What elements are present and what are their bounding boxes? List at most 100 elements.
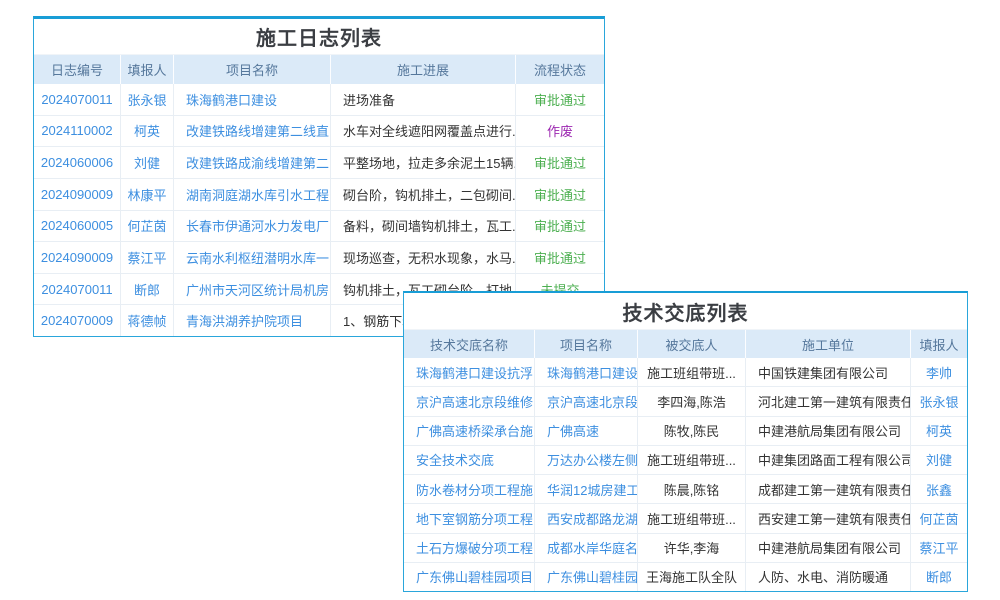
cell-disclosure-name[interactable]: 地下室钢筋分项工程... [404, 504, 535, 532]
cell-log-id[interactable]: 2024090009 [34, 242, 121, 273]
cell-log-id[interactable]: 2024070011 [34, 84, 121, 115]
cell-unit: 成都建工第一建筑有限责任公司 [746, 475, 911, 503]
cell-project[interactable]: 广东佛山碧桂园项目 [535, 563, 638, 591]
cell-status: 审批通过 [516, 242, 604, 273]
cell-disclosure-name[interactable]: 珠海鹤港口建设抗浮... [404, 358, 535, 386]
cell-disclosure-name[interactable]: 广东佛山碧桂园项目... [404, 563, 535, 591]
cell-project[interactable]: 珠海鹤港口建设 [535, 358, 638, 386]
cell-reporter[interactable]: 张鑫 [911, 475, 967, 503]
cell-project[interactable]: 西安成都路龙湖上... [535, 504, 638, 532]
table-row: 京沪高速北京段维修...京沪高速北京段维修李四海,陈浩河北建工第一建筑有限责任公… [404, 386, 967, 415]
cell-progress: 砌台阶，钩机排土，二包砌间... [331, 179, 516, 210]
cell-reporter[interactable]: 刘健 [121, 147, 174, 178]
table-row: 2024090009林康平湖南洞庭湖水库引水工程...砌台阶，钩机排土，二包砌间… [34, 178, 604, 210]
cell-progress: 平整场地，拉走多余泥土15辆... [331, 147, 516, 178]
cell-reporter[interactable]: 何芷茵 [911, 504, 967, 532]
cell-disclosure-name[interactable]: 广佛高速桥梁承台施... [404, 417, 535, 445]
cell-status: 审批通过 [516, 179, 604, 210]
cell-receiver: 施工班组带班... [638, 358, 746, 386]
cell-reporter[interactable]: 刘健 [911, 446, 967, 474]
technical-disclosure-header-row: 技术交底名称项目名称被交底人施工单位填报人 [404, 330, 967, 358]
cell-unit: 人防、水电、消防暖通 [746, 563, 911, 591]
cell-reporter[interactable]: 蔡江平 [121, 242, 174, 273]
cell-project[interactable]: 珠海鹤港口建设 [174, 84, 331, 115]
cell-reporter[interactable]: 柯英 [121, 116, 174, 147]
table-row: 防水卷材分项工程施...华润12城房建工...陈晨,陈铭成都建工第一建筑有限责任… [404, 474, 967, 503]
table-row: 2024060005何芷茵长春市伊通河水力发电厂...备料，砌间墙钩机排土，瓦工… [34, 210, 604, 242]
cell-project[interactable]: 改建铁路线增建第二线直... [174, 116, 331, 147]
cell-unit: 中建港航局集团有限公司 [746, 534, 911, 562]
cell-project[interactable]: 成都水岸华庭名苑... [535, 534, 638, 562]
cell-project[interactable]: 京沪高速北京段维修 [535, 387, 638, 415]
cell-project[interactable]: 湖南洞庭湖水库引水工程... [174, 179, 331, 210]
table-row: 安全技术交底万达办公楼左侧A...施工班组带班...中建集团路面工程有限公司刘健 [404, 445, 967, 474]
table-row: 2024110002柯英改建铁路线增建第二线直...水车对全线遮阳网覆盖点进行.… [34, 115, 604, 147]
cell-reporter[interactable]: 蔡江平 [911, 534, 967, 562]
cell-log-id[interactable]: 2024110002 [34, 116, 121, 147]
table-row: 2024060006刘健改建铁路成渝线增建第二...平整场地，拉走多余泥土15辆… [34, 146, 604, 178]
cell-reporter[interactable]: 断郎 [121, 274, 174, 305]
cell-reporter[interactable]: 张永银 [121, 84, 174, 115]
cell-receiver: 施工班组带班... [638, 504, 746, 532]
cell-project[interactable]: 长春市伊通河水力发电厂... [174, 211, 331, 242]
cell-project[interactable]: 广州市天河区统计局机房... [174, 274, 331, 305]
table-row: 珠海鹤港口建设抗浮...珠海鹤港口建设施工班组带班...中国铁建集团有限公司李帅 [404, 358, 967, 386]
cell-reporter[interactable]: 李帅 [911, 358, 967, 386]
column-header-unit: 施工单位 [746, 330, 911, 358]
cell-progress: 现场巡查，无积水现象，水马... [331, 242, 516, 273]
column-header-progress: 施工进展 [331, 55, 516, 84]
cell-disclosure-name[interactable]: 防水卷材分项工程施... [404, 475, 535, 503]
cell-reporter[interactable]: 林康平 [121, 179, 174, 210]
cell-unit: 中国铁建集团有限公司 [746, 358, 911, 386]
cell-log-id[interactable]: 2024070009 [34, 305, 121, 336]
cell-reporter[interactable]: 蒋德帧 [121, 305, 174, 336]
cell-progress: 水车对全线遮阳网覆盖点进行... [331, 116, 516, 147]
technical-disclosure-body: 珠海鹤港口建设抗浮...珠海鹤港口建设施工班组带班...中国铁建集团有限公司李帅… [404, 358, 967, 591]
table-row: 广佛高速桥梁承台施...广佛高速陈牧,陈民中建港航局集团有限公司柯英 [404, 416, 967, 445]
cell-project[interactable]: 华润12城房建工... [535, 475, 638, 503]
cell-project[interactable]: 广佛高速 [535, 417, 638, 445]
cell-status: 审批通过 [516, 211, 604, 242]
cell-log-id[interactable]: 2024060005 [34, 211, 121, 242]
column-header-reporter: 填报人 [911, 330, 967, 358]
cell-receiver: 施工班组带班... [638, 446, 746, 474]
cell-receiver: 陈晨,陈铭 [638, 475, 746, 503]
cell-log-id[interactable]: 2024060006 [34, 147, 121, 178]
construction-log-panel: 施工日志列表 日志编号填报人项目名称施工进展流程状态 2024070011张永银… [33, 16, 605, 337]
table-row: 2024090009蔡江平云南水利枢纽潜明水库一...现场巡查，无积水现象，水马… [34, 241, 604, 273]
column-header-project: 项目名称 [535, 330, 638, 358]
cell-project[interactable]: 青海洪湖养护院项目 [174, 305, 331, 336]
table-row: 土石方爆破分项工程...成都水岸华庭名苑...许华,李海中建港航局集团有限公司蔡… [404, 533, 967, 562]
cell-progress: 备料，砌间墙钩机排土，瓦工... [331, 211, 516, 242]
column-header-status: 流程状态 [516, 55, 604, 84]
cell-reporter[interactable]: 张永银 [911, 387, 967, 415]
cell-receiver: 陈牧,陈民 [638, 417, 746, 445]
cell-status: 审批通过 [516, 147, 604, 178]
cell-project[interactable]: 改建铁路成渝线增建第二... [174, 147, 331, 178]
cell-disclosure-name[interactable]: 土石方爆破分项工程... [404, 534, 535, 562]
column-header-project: 项目名称 [174, 55, 331, 84]
cell-unit: 西安建工第一建筑有限责任公司 [746, 504, 911, 532]
construction-log-title: 施工日志列表 [34, 19, 604, 55]
cell-log-id[interactable]: 2024070011 [34, 274, 121, 305]
cell-status: 审批通过 [516, 84, 604, 115]
cell-reporter[interactable]: 柯英 [911, 417, 967, 445]
cell-receiver: 王海施工队全队 [638, 563, 746, 591]
cell-unit: 河北建工第一建筑有限责任公司 [746, 387, 911, 415]
cell-project[interactable]: 万达办公楼左侧A... [535, 446, 638, 474]
table-row: 广东佛山碧桂园项目...广东佛山碧桂园项目王海施工队全队人防、水电、消防暖通断郎 [404, 562, 967, 591]
column-header-reporter: 填报人 [121, 55, 174, 84]
column-header-disclosure-name: 技术交底名称 [404, 330, 535, 358]
cell-reporter[interactable]: 断郎 [911, 563, 967, 591]
technical-disclosure-panel: 技术交底列表 技术交底名称项目名称被交底人施工单位填报人 珠海鹤港口建设抗浮..… [403, 291, 968, 592]
cell-project[interactable]: 云南水利枢纽潜明水库一... [174, 242, 331, 273]
cell-receiver: 许华,李海 [638, 534, 746, 562]
cell-disclosure-name[interactable]: 安全技术交底 [404, 446, 535, 474]
cell-unit: 中建港航局集团有限公司 [746, 417, 911, 445]
cell-disclosure-name[interactable]: 京沪高速北京段维修... [404, 387, 535, 415]
cell-receiver: 李四海,陈浩 [638, 387, 746, 415]
cell-reporter[interactable]: 何芷茵 [121, 211, 174, 242]
cell-log-id[interactable]: 2024090009 [34, 179, 121, 210]
cell-progress: 进场准备 [331, 84, 516, 115]
construction-log-header-row: 日志编号填报人项目名称施工进展流程状态 [34, 55, 604, 84]
